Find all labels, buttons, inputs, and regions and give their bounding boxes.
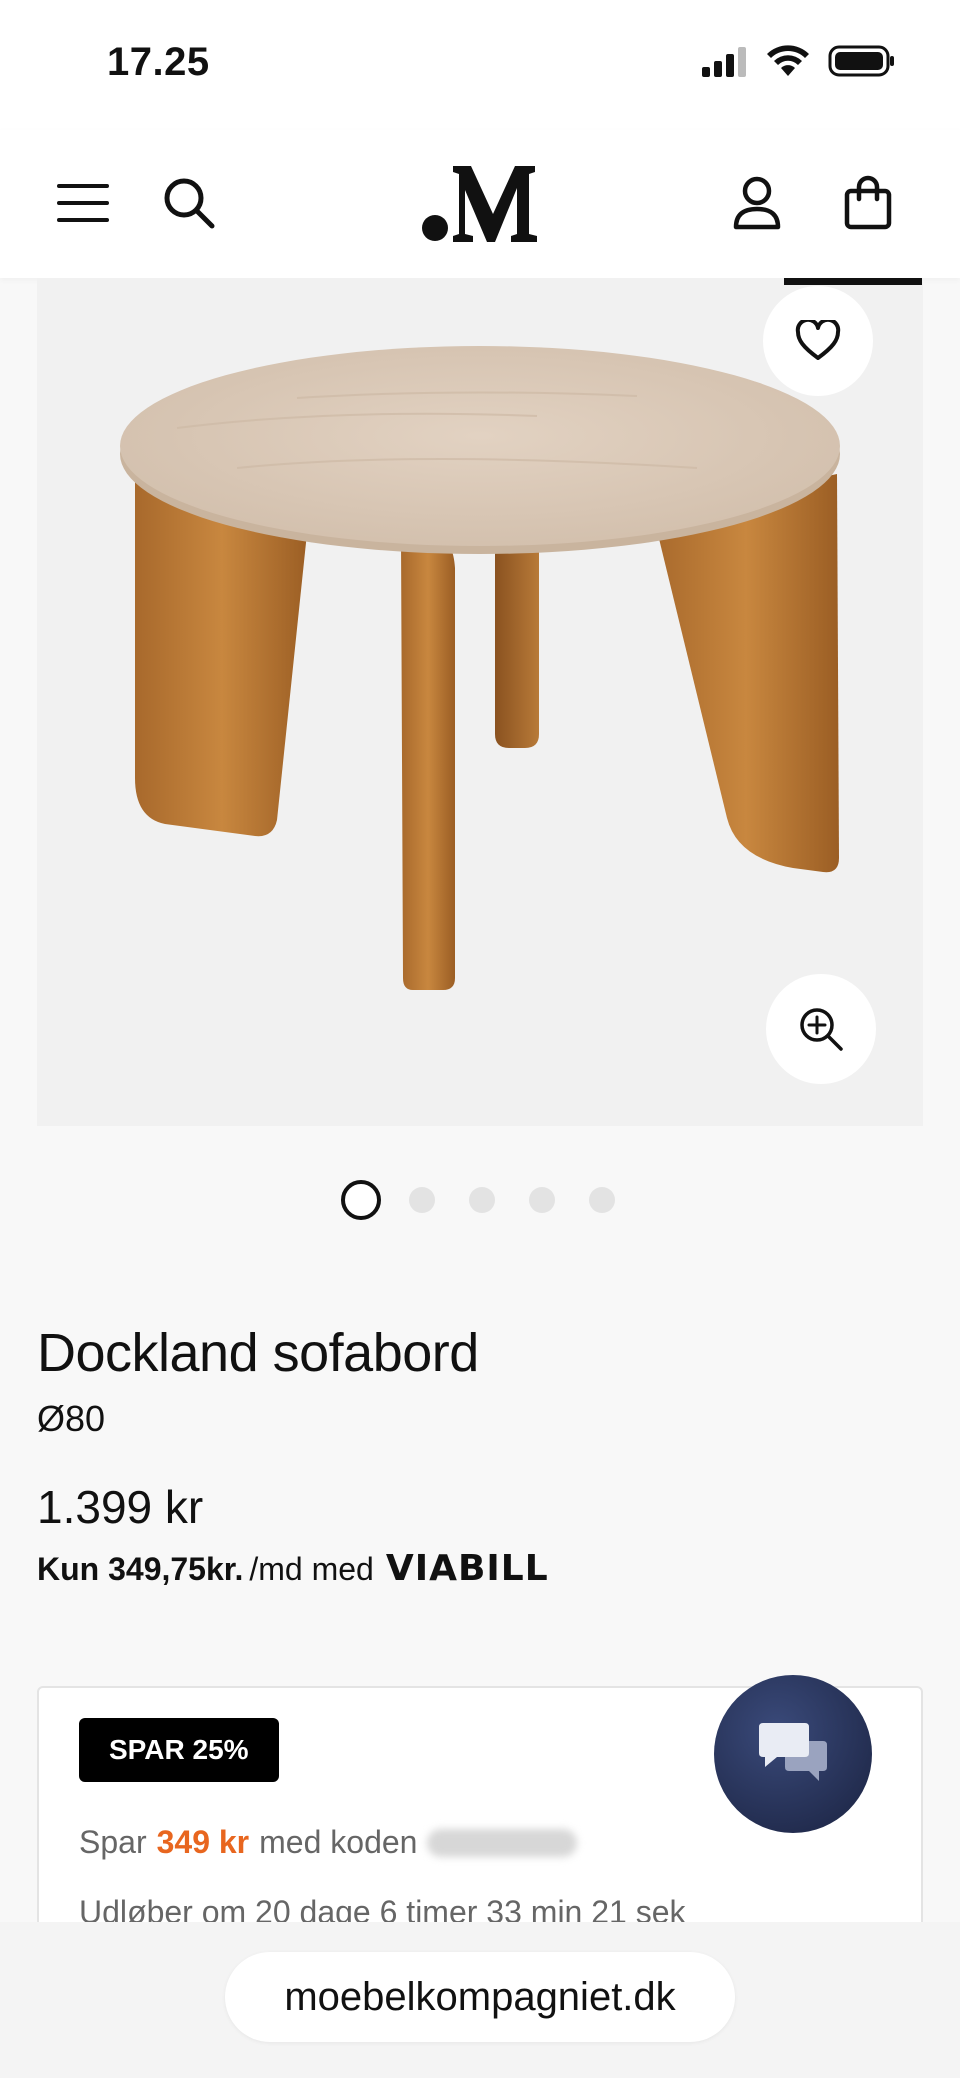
shopping-bag-icon bbox=[844, 175, 892, 230]
user-icon bbox=[733, 176, 781, 230]
promo-prefix: Spar bbox=[79, 1824, 147, 1860]
status-icons bbox=[700, 44, 896, 78]
status-time: 17.25 bbox=[107, 40, 210, 84]
url-field[interactable]: moebelkompagniet.dk bbox=[225, 1952, 735, 2042]
product-price: 1.399 kr bbox=[37, 1481, 204, 1533]
battery-icon bbox=[828, 45, 894, 77]
site-logo[interactable] bbox=[415, 156, 545, 246]
menu-button[interactable] bbox=[48, 168, 118, 238]
chat-bubbles-icon bbox=[759, 1723, 827, 1781]
cart-button[interactable] bbox=[833, 168, 903, 238]
status-bar: 17.25 bbox=[0, 0, 960, 130]
hamburger-menu-icon bbox=[57, 184, 109, 222]
wifi-icon bbox=[767, 45, 809, 76]
promo-text: Spar 349 kr med koden bbox=[79, 1824, 578, 1861]
installment-info: Kun 349,75kr. /md med VIABILL bbox=[37, 1548, 549, 1589]
favorite-button[interactable] bbox=[763, 286, 873, 396]
search-icon bbox=[164, 178, 215, 229]
gallery-pagination bbox=[341, 1180, 615, 1220]
gallery-dot-3[interactable] bbox=[469, 1187, 495, 1213]
gallery-scroll-indicator bbox=[784, 278, 922, 285]
site-header bbox=[0, 130, 960, 278]
search-button[interactable] bbox=[154, 168, 224, 238]
viabill-logo: VIABILL bbox=[385, 1548, 549, 1589]
zoom-in-icon bbox=[800, 1008, 843, 1051]
account-button[interactable] bbox=[722, 168, 792, 238]
gallery-dot-1[interactable] bbox=[341, 1180, 381, 1220]
zoom-button[interactable] bbox=[766, 974, 876, 1084]
chat-button[interactable] bbox=[714, 1675, 872, 1833]
gallery-dot-5[interactable] bbox=[589, 1187, 615, 1213]
installment-text: /md med bbox=[249, 1551, 374, 1587]
promo-code-blurred[interactable] bbox=[427, 1828, 578, 1857]
product-title: Dockland sofabord bbox=[37, 1323, 479, 1383]
gallery-dot-2[interactable] bbox=[409, 1187, 435, 1213]
installment-amount: Kun 349,75kr. bbox=[37, 1551, 244, 1587]
promo-badge: SPAR 25% bbox=[79, 1718, 279, 1782]
promo-amount: 349 kr bbox=[156, 1824, 250, 1860]
promo-suffix: med koden bbox=[259, 1824, 418, 1860]
browser-address-bar: moebelkompagniet.dk bbox=[0, 1922, 960, 2078]
product-variant: Ø80 bbox=[37, 1398, 106, 1439]
cellular-signal-icon bbox=[702, 47, 746, 77]
gallery-dot-4[interactable] bbox=[529, 1187, 555, 1213]
heart-icon bbox=[795, 320, 841, 360]
